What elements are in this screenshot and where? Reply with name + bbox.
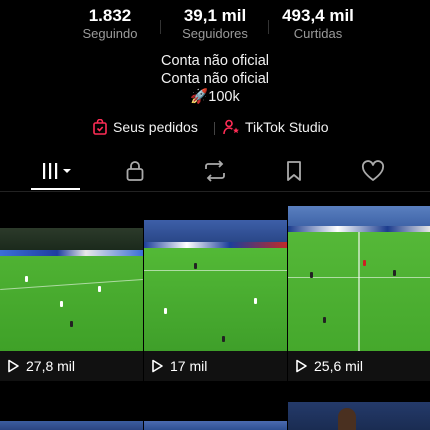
likes-count: 493,4 mil	[282, 6, 354, 25]
link-divider	[214, 122, 215, 135]
profile-stats: 1.832 Seguindo 39,1 mil Seguidores 493,4…	[0, 6, 430, 46]
tab-liked[interactable]	[358, 158, 388, 184]
creator-star-icon	[223, 119, 239, 135]
video-tile[interactable]: 25,6 mil	[288, 206, 430, 381]
bookmark-icon	[287, 161, 301, 181]
bio-line-2: Conta não oficial	[160, 71, 269, 87]
followers-count: 39,1 mil	[183, 6, 247, 25]
studio-link[interactable]: TikTok Studio	[223, 119, 329, 135]
bio-line-1: Conta não oficial	[160, 53, 269, 69]
video-caption: 17 mil	[144, 351, 287, 381]
profile-bio: Conta não oficial Conta não oficial 🚀100…	[0, 52, 430, 106]
view-count: 17 mil	[170, 358, 208, 374]
video-tile[interactable]	[0, 421, 143, 430]
shopping-bag-icon	[93, 119, 107, 135]
video-caption: 27,8 mil	[0, 351, 143, 381]
stat-divider	[160, 20, 161, 34]
orders-link[interactable]: Seus pedidos	[92, 119, 198, 135]
tab-reposts[interactable]	[200, 158, 230, 184]
video-tile[interactable]: 17 mil	[144, 220, 287, 381]
video-tile[interactable]	[144, 421, 287, 430]
profile-links: Seus pedidos TikTok Studio	[0, 119, 430, 139]
lock-icon	[126, 161, 144, 181]
tab-videos[interactable]	[40, 158, 74, 184]
likes-label: Curtidas	[293, 26, 343, 41]
following-stat[interactable]: 1.832 Seguindo	[70, 6, 150, 42]
video-thumbnail	[288, 206, 430, 226]
video-tile[interactable]	[288, 402, 430, 430]
active-tab-indicator	[31, 188, 80, 190]
grid-bars-icon	[43, 163, 71, 179]
followers-stat[interactable]: 39,1 mil Seguidores	[170, 6, 260, 42]
video-thumbnail	[0, 228, 143, 250]
video-tile[interactable]: 27,8 mil	[0, 228, 143, 381]
repost-icon	[205, 160, 225, 182]
view-count: 27,8 mil	[26, 358, 76, 374]
play-icon	[152, 359, 163, 373]
orders-label: Seus pedidos	[113, 119, 198, 135]
following-label: Seguindo	[82, 26, 138, 41]
play-icon	[8, 359, 19, 373]
tab-private[interactable]	[120, 158, 150, 184]
video-thumbnail	[144, 220, 287, 242]
video-caption: 25,6 mil	[288, 351, 430, 381]
heart-icon	[361, 160, 385, 181]
play-icon	[296, 359, 307, 373]
likes-stat[interactable]: 493,4 mil Curtidas	[268, 6, 368, 42]
following-count: 1.832	[88, 6, 132, 25]
followers-label: Seguidores	[182, 26, 248, 41]
studio-label: TikTok Studio	[245, 119, 329, 135]
profile-tabs	[0, 150, 430, 192]
tab-favorites[interactable]	[279, 158, 309, 184]
bio-line-3: 🚀100k	[190, 89, 240, 105]
view-count: 25,6 mil	[314, 358, 364, 374]
